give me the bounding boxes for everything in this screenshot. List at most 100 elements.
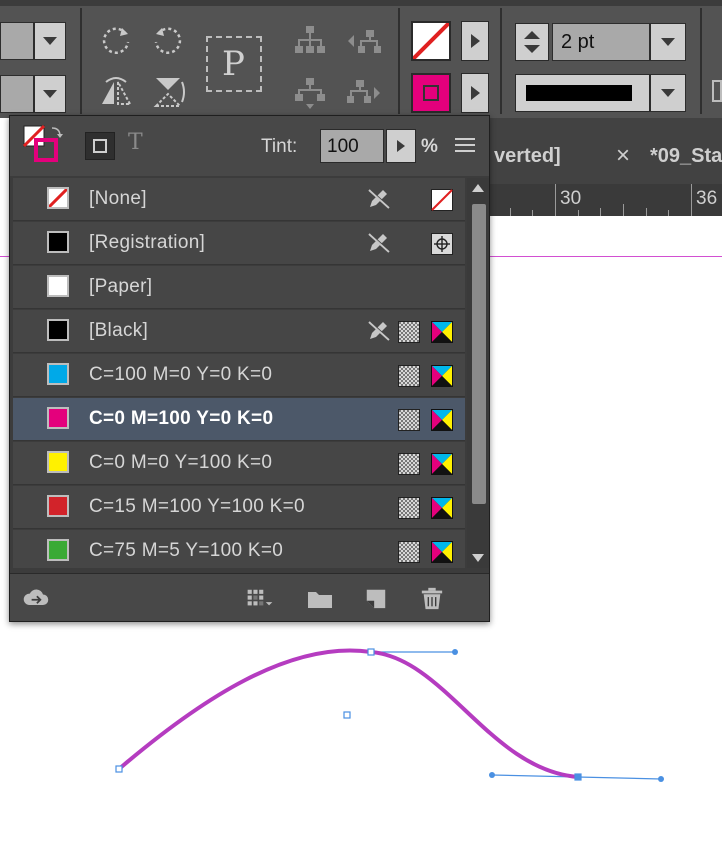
process-grid-icon (398, 497, 420, 519)
swatch-color-chip (47, 319, 69, 341)
direction-handle[interactable] (658, 776, 664, 782)
swatch-row[interactable]: C=15 M=100 Y=100 K=0 (13, 486, 465, 529)
formatting-container-toggle[interactable] (85, 132, 115, 160)
swatch-views-icon[interactable] (246, 586, 274, 610)
swatch-name: C=75 M=5 Y=100 K=0 (89, 540, 284, 561)
delete-swatch-trash-icon[interactable] (418, 586, 446, 610)
swatch-row[interactable]: [None] (13, 178, 465, 221)
stroke-swatch[interactable] (411, 73, 451, 113)
text-frame-reference-box[interactable]: P (206, 36, 262, 92)
panel-menu-icon[interactable] (454, 136, 476, 154)
cmyk-mode-icon (431, 409, 453, 436)
swatch-row[interactable]: [Black] (13, 310, 465, 353)
direction-handle[interactable] (452, 649, 458, 655)
play-arrow-icon (471, 86, 480, 100)
scroll-up-arrow-icon[interactable] (471, 182, 485, 194)
flip-horizontal-icon[interactable] (98, 74, 134, 110)
toolbar-separator (80, 8, 82, 114)
swatch-color-chip (47, 187, 69, 209)
new-swatch-icon[interactable] (362, 586, 390, 610)
tint-input[interactable]: 100 (320, 129, 384, 163)
stroke-square-icon (423, 85, 439, 101)
swatch-name: [None] (89, 188, 147, 209)
select-content-icon[interactable] (292, 76, 328, 110)
swatch-name: [Paper] (89, 276, 153, 297)
formatting-text-toggle-icon[interactable]: T (128, 130, 143, 155)
document-tab-strip: verted] × *09_Sta (490, 118, 722, 184)
new-color-group-folder-icon[interactable] (306, 586, 334, 610)
swatch-row[interactable]: C=0 M=100 Y=0 K=0 (13, 398, 465, 441)
stroke-type-field[interactable] (515, 74, 650, 112)
cmyk-mode-icon (431, 365, 453, 392)
paragraph-glyph: P (222, 44, 245, 84)
control-bar: P 2 pt (0, 0, 722, 118)
process-grid-icon (398, 541, 420, 563)
anchor-point[interactable] (115, 765, 123, 773)
cmyk-mode-icon (431, 541, 453, 568)
partial-toolbar-icon[interactable] (712, 80, 722, 102)
fill-swatch-menu-button[interactable] (461, 21, 489, 61)
swatches-panel-header: T Tint: 100 % (10, 116, 489, 176)
stroke-weight-input[interactable]: 2 pt (552, 23, 650, 61)
toolbar-separator (700, 8, 702, 114)
flip-vertical-icon[interactable] (150, 74, 186, 110)
swatch-row[interactable]: C=0 M=0 Y=100 K=0 (13, 442, 465, 485)
pencil-no-edit-icon (366, 187, 392, 216)
swatch-name: C=15 M=100 Y=100 K=0 (89, 496, 305, 517)
swatch-row[interactable]: [Paper] (13, 266, 465, 309)
horizontal-ruler[interactable]: 30 36 (490, 184, 722, 216)
swatch-row[interactable]: C=75 M=5 Y=100 K=0 (13, 530, 465, 568)
tab-document-2-label[interactable]: *09_Sta (650, 145, 722, 168)
none-slash-icon (413, 23, 449, 59)
select-next-object-icon[interactable] (344, 76, 384, 110)
direction-handle[interactable] (489, 772, 495, 778)
swatch-color-chip (47, 495, 69, 517)
swatch-color-chip (47, 363, 69, 385)
swatch-row[interactable]: C=100 M=0 Y=0 K=0 (13, 354, 465, 397)
center-point[interactable] (343, 711, 351, 719)
rotate-clockwise-icon[interactable] (98, 22, 134, 58)
reference-point-dropdown-arrow[interactable] (34, 22, 66, 60)
scale-dropdown-arrow[interactable] (34, 75, 66, 113)
tint-label: Tint: (261, 136, 298, 157)
tint-slider-button[interactable] (386, 129, 416, 163)
stroke-type-dropdown-arrow[interactable] (650, 74, 686, 112)
bezier-path-artwork[interactable] (0, 600, 722, 800)
fill-stroke-proxy-icon[interactable] (22, 124, 68, 166)
scrollbar-thumb[interactable] (472, 204, 486, 504)
toolbar-separator (398, 8, 400, 114)
registration-target-icon (431, 233, 453, 260)
stroke-type-preview (526, 85, 632, 101)
select-previous-object-icon[interactable] (344, 24, 384, 58)
cmyk-mode-icon (431, 497, 453, 524)
tab-document-1-label[interactable]: verted] (494, 145, 561, 168)
swatch-list: [None] [Registration] [Paper] [Black] C=100 … (13, 178, 465, 568)
swatch-color-chip (47, 231, 69, 253)
process-grid-icon (398, 453, 420, 475)
scale-field[interactable] (0, 75, 34, 113)
scroll-down-arrow-icon[interactable] (471, 552, 485, 564)
ruler-label-30: 30 (560, 188, 582, 209)
reference-point-field[interactable] (0, 22, 34, 60)
tint-value: 100 (327, 136, 359, 157)
swatch-name: [Black] (89, 320, 149, 341)
path-handles (371, 651, 662, 780)
anchor-points (115, 648, 664, 782)
select-container-icon[interactable] (292, 24, 328, 58)
fill-swatch[interactable] (411, 21, 451, 61)
cmyk-mode-icon (431, 321, 453, 348)
stroke-weight-dropdown-arrow[interactable] (650, 23, 686, 61)
swatch-row[interactable]: [Registration] (13, 222, 465, 265)
control-bar-top-edge (0, 0, 722, 6)
anchor-point[interactable] (367, 648, 375, 656)
cc-libraries-sync-icon[interactable] (22, 586, 50, 610)
swatch-color-chip (47, 275, 69, 297)
stroke-weight-stepper[interactable] (515, 23, 549, 61)
none-swatch-icon (431, 189, 453, 216)
tab-close-icon[interactable]: × (616, 142, 630, 170)
anchor-point-selected[interactable] (574, 773, 582, 781)
stroke-swatch-menu-button[interactable] (461, 73, 489, 113)
play-arrow-icon (397, 140, 405, 152)
process-grid-icon (398, 365, 420, 387)
rotate-counterclockwise-icon[interactable] (150, 22, 186, 58)
